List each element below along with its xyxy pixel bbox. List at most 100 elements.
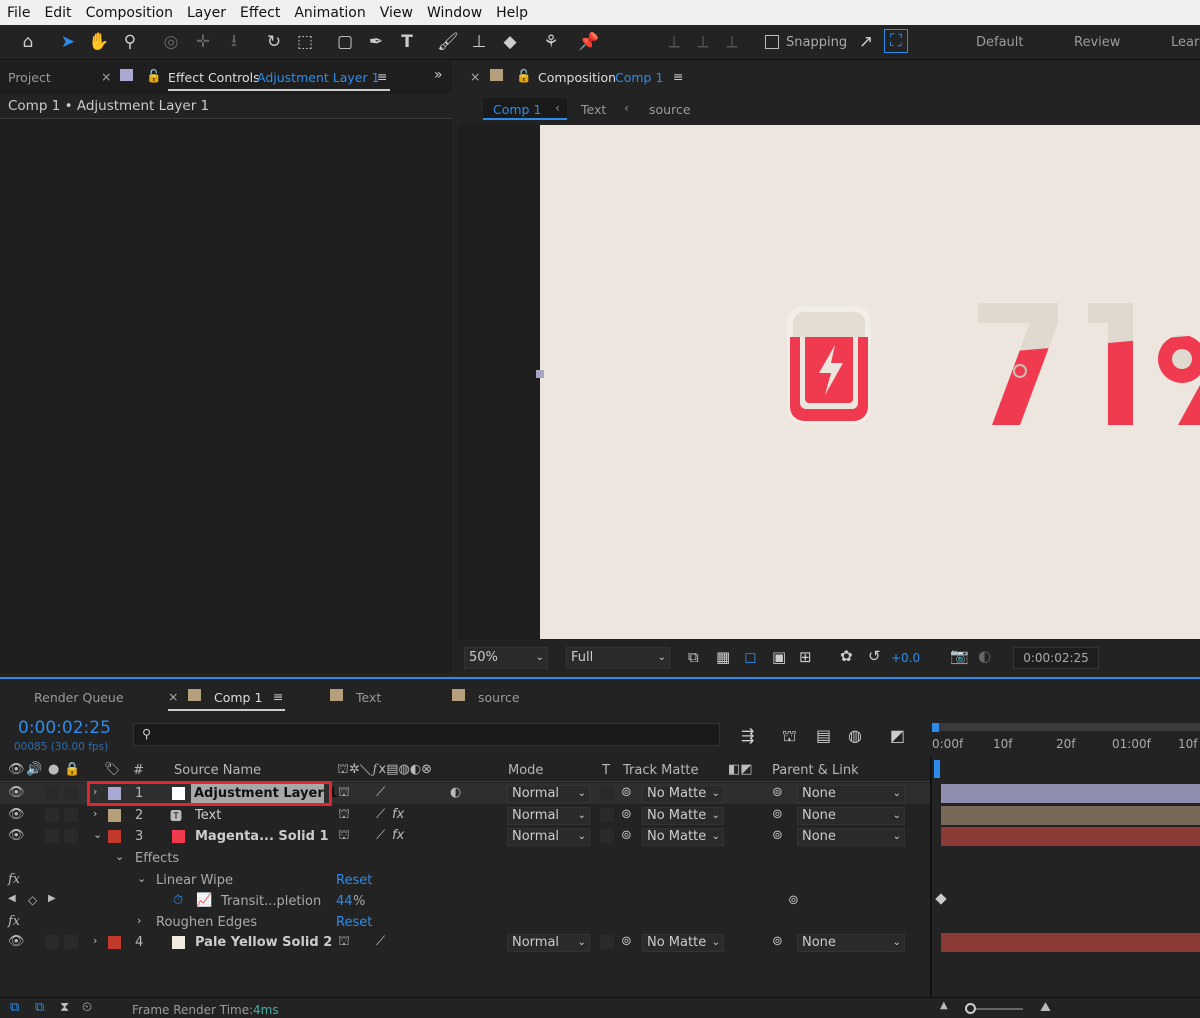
header-t[interactable]: T	[602, 763, 610, 778]
reset-link[interactable]: Reset	[336, 873, 372, 888]
layer-duration-bar[interactable]	[941, 933, 1200, 952]
layer-name[interactable]: Pale Yellow Solid 2	[195, 935, 332, 950]
visibility-eye-icon[interactable]: 👁	[8, 828, 25, 843]
tab-project[interactable]: Project	[8, 70, 51, 85]
prev-keyframe-icon[interactable]: ◀	[8, 893, 16, 904]
fast-preview-icon[interactable]: ⧉	[688, 648, 699, 666]
home-icon[interactable]: ⌂	[15, 29, 41, 55]
tab-render-queue[interactable]: Render Queue	[34, 690, 124, 705]
menu-edit[interactable]: Edit	[37, 5, 78, 21]
zoom-slider-handle[interactable]	[965, 1003, 976, 1014]
zoom-tool-icon[interactable]: ⚲	[117, 29, 143, 55]
transparency-grid-icon[interactable]: ▦	[716, 648, 730, 666]
hand-tool-icon[interactable]: ✋	[86, 29, 112, 55]
current-time-display[interactable]: 0:00:02:25	[1013, 647, 1099, 669]
graph-icon[interactable]: 📈	[196, 893, 212, 908]
composition-mini-flowchart-icon[interactable]: ⇶	[741, 726, 754, 745]
layer-duration-bar[interactable]	[941, 806, 1200, 825]
layer-duration-bar[interactable]	[941, 827, 1200, 846]
stopwatch-icon[interactable]: ⏱	[173, 893, 183, 908]
snap-features-icon[interactable]: ⛶	[884, 29, 908, 53]
solo-toggle[interactable]	[45, 786, 59, 800]
layer-label-color[interactable]	[108, 830, 121, 843]
header-track-matte[interactable]: Track Matte	[623, 763, 699, 778]
pan-behind-tool-icon[interactable]: ⬚	[292, 29, 318, 55]
pickwhip-icon[interactable]: ⊚	[621, 807, 632, 822]
adjustment-layer-icon[interactable]: ◐	[450, 785, 461, 800]
playhead[interactable]	[934, 760, 940, 778]
fx-toggle-icon[interactable]: fx	[8, 914, 20, 929]
quality-icon[interactable]: ⟋	[376, 828, 385, 843]
mode-dropdown[interactable]: Normal ⌄	[507, 934, 590, 952]
header-parent[interactable]: Parent & Link	[772, 763, 859, 778]
transfer-controls-icon[interactable]: ⧉	[35, 1000, 44, 1015]
menu-layer[interactable]: Layer	[180, 5, 233, 21]
parent-pickwhip-icon[interactable]: ⊚	[772, 807, 783, 822]
lock-toggle[interactable]	[64, 935, 78, 949]
workspace-learn[interactable]: Learn	[1171, 35, 1200, 50]
header-number[interactable]: #	[133, 763, 144, 778]
clone-stamp-icon[interactable]: ⊥	[466, 29, 492, 55]
menu-composition[interactable]: Composition	[79, 5, 180, 21]
crumb-comp1[interactable]: Comp 1	[493, 102, 541, 117]
axis-world-icon[interactable]: ⟂	[690, 29, 716, 55]
exposure-value[interactable]: +0.0	[891, 651, 920, 665]
effect-controls-layer[interactable]: Adjustment Layer 1	[257, 70, 380, 85]
dolly-camera-icon[interactable]: ⭳	[221, 29, 247, 55]
close-icon[interactable]: ×	[470, 69, 480, 84]
hide-shy-layers-icon[interactable]: ▤	[816, 726, 831, 745]
work-area-start-handle[interactable]	[932, 723, 939, 732]
search-input[interactable]: ⚲	[133, 723, 720, 746]
pen-tool-icon[interactable]: ✒	[363, 29, 389, 55]
fx-toggle-icon[interactable]: fx	[8, 872, 20, 887]
layer-handle[interactable]	[536, 370, 544, 378]
quality-icon[interactable]: ⟋	[376, 785, 385, 800]
property-value[interactable]: 44	[336, 894, 353, 909]
shy-icon[interactable]: ⛫	[338, 934, 350, 951]
track-matte-dropdown[interactable]: No Matte ⌄	[642, 828, 724, 846]
lock-icon[interactable]: 🔓	[146, 68, 162, 84]
collapse-chevron-icon[interactable]: ⌄	[93, 828, 102, 841]
zoom-dropdown[interactable]: 50% ⌄	[464, 647, 548, 669]
property-row[interactable]: ◀ ◇ ▶ ⏱ 📈 Transit...pletion 44 % ⊚	[0, 891, 932, 912]
solo-toggle[interactable]	[45, 808, 59, 822]
timeline-timecode[interactable]: 0:00:02:25	[18, 718, 111, 738]
lock-icon[interactable]: 🔓	[516, 68, 532, 84]
grid-guides-icon[interactable]: ⊞	[799, 648, 812, 666]
camera-snapshot-icon[interactable]: 📷	[950, 647, 969, 665]
workspace-review[interactable]: Review	[1074, 35, 1120, 50]
layer-duration-bar[interactable]	[941, 784, 1200, 803]
keyframe-icon[interactable]	[935, 893, 947, 905]
motion-blur-icon[interactable]: ◩	[890, 726, 905, 745]
lock-toggle[interactable]	[64, 786, 78, 800]
work-area-bar[interactable]	[933, 723, 1200, 731]
header-source-name[interactable]: Source Name	[174, 763, 261, 778]
roto-brush-icon[interactable]: ⚘	[538, 29, 564, 55]
layer-name[interactable]: Text	[195, 808, 221, 823]
show-snapshot-icon[interactable]: ◐	[978, 647, 991, 665]
lock-toggle[interactable]	[64, 808, 78, 822]
visibility-eye-icon[interactable]: 👁	[8, 807, 25, 822]
rectangle-tool-icon[interactable]: ▢	[332, 29, 358, 55]
layer-switches-icon[interactable]: ⧉	[10, 1000, 19, 1015]
reset-link[interactable]: Reset	[336, 915, 372, 930]
layer-label-color[interactable]	[108, 809, 121, 822]
fx-icon[interactable]: fx	[392, 828, 404, 843]
resolution-dropdown[interactable]: Full ⌄	[566, 647, 670, 669]
panel-overflow-icon[interactable]: »	[434, 67, 443, 83]
zoom-in-icon[interactable]: ⛰	[1040, 1000, 1051, 1015]
time-ruler[interactable]: 0:00f 10f 20f 01:00f 10f	[932, 735, 1200, 757]
tab-source[interactable]: source	[478, 690, 520, 705]
crumb-source[interactable]: source	[649, 102, 691, 117]
menu-effect[interactable]: Effect	[233, 5, 287, 21]
expand-chevron-icon[interactable]: ›	[137, 914, 141, 927]
collapse-chevron-icon[interactable]: ⌄	[137, 872, 146, 885]
panel-menu-icon[interactable]: ≡	[273, 689, 283, 704]
layer-row[interactable]: 👁 ⌄ 3 Magenta... Solid 1 ⛫ ⟋ fx Normal ⌄ …	[0, 826, 932, 847]
parent-dropdown[interactable]: None ⌄	[797, 828, 905, 846]
preserve-transparency-toggle[interactable]	[600, 808, 614, 822]
preserve-transparency-toggle[interactable]	[600, 786, 614, 800]
solo-toggle[interactable]	[45, 935, 59, 949]
solo-toggle[interactable]	[45, 829, 59, 843]
rotate-tool-icon[interactable]: ↻	[261, 29, 287, 55]
